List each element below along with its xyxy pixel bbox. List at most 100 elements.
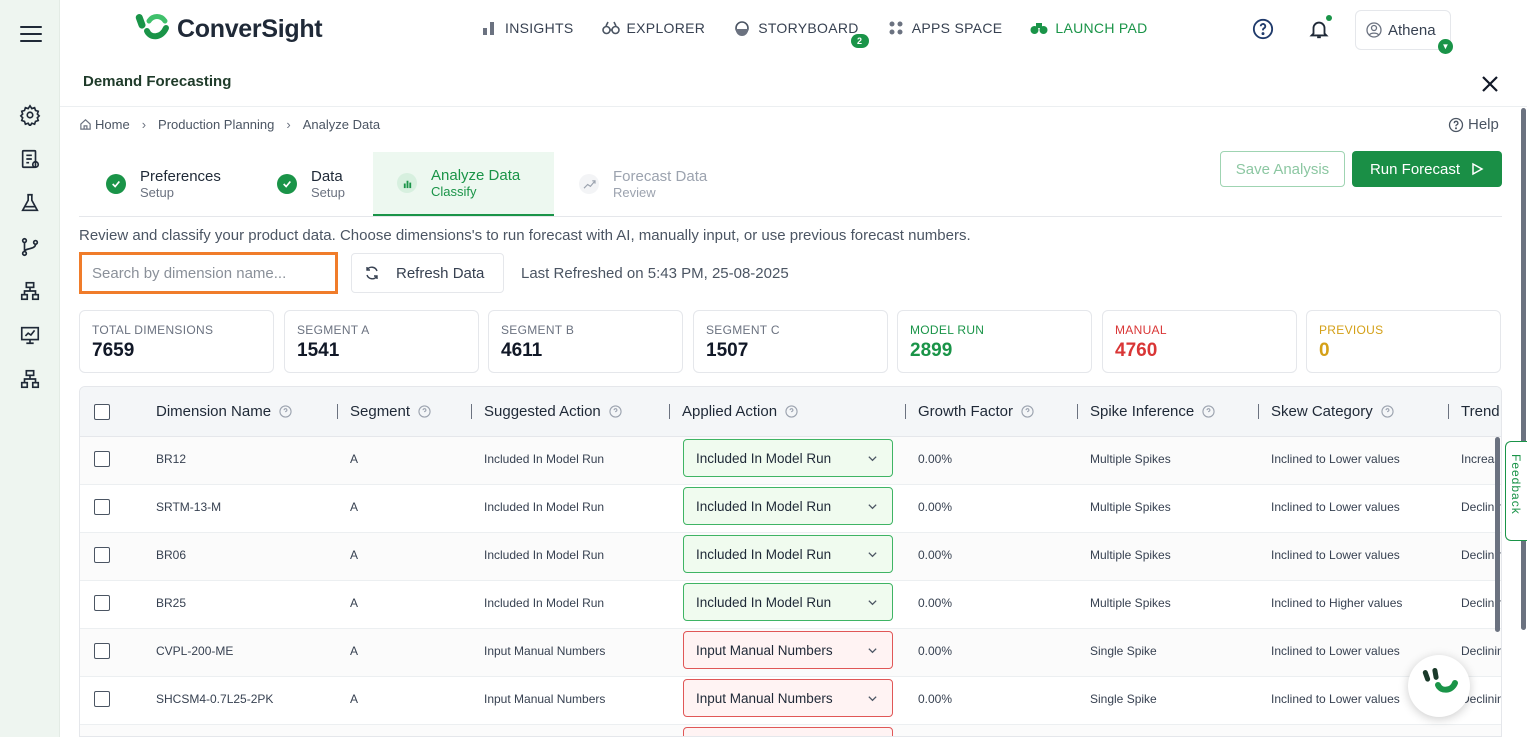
stat-segment-c: SEGMENT C 1507 (693, 310, 888, 373)
column-label: Applied Action (682, 403, 778, 420)
spike-inference-cell: Multiple Spikes (1090, 500, 1171, 514)
run-forecast-button[interactable]: Run Forecast (1352, 151, 1502, 187)
workflow-branch-icon[interactable] (19, 236, 41, 258)
stat-label: SEGMENT C (706, 323, 780, 337)
nav-insights[interactable]: INSIGHTS (480, 20, 574, 36)
table-scrollbar[interactable] (1495, 437, 1500, 632)
nav-launch-pad[interactable]: LAUNCH PAD (1030, 20, 1147, 36)
assistant-chat-button[interactable] (1408, 655, 1470, 717)
notification-bell-icon[interactable] (1308, 18, 1330, 40)
conversight-logo[interactable]: ConverSight (135, 13, 323, 45)
row-checkbox[interactable] (94, 691, 110, 707)
spike-inference-cell: Single Spike (1090, 692, 1157, 706)
step-subtitle: Setup (311, 185, 345, 200)
search-input[interactable] (82, 255, 335, 291)
presentation-chart-icon[interactable] (19, 324, 41, 346)
user-dropdown-caret-icon[interactable]: ▼ (1438, 39, 1453, 54)
col-growth-factor[interactable]: Growth Factor (918, 403, 1034, 420)
applied-action-select[interactable] (683, 727, 893, 736)
applied-action-value: Included In Model Run (696, 450, 832, 466)
column-label: Dimension Name (156, 403, 272, 420)
step-preferences[interactable]: Preferences Setup (106, 152, 286, 216)
growth-factor-cell: 0.00% (918, 644, 953, 658)
breadcrumb-analyze-data: Analyze Data (302, 117, 381, 132)
stat-label: SEGMENT A (297, 323, 370, 337)
report-list-icon[interactable] (19, 148, 41, 170)
row-checkbox[interactable] (94, 547, 110, 563)
applied-action-select[interactable]: Input Manual Numbers (683, 679, 893, 717)
user-menu-button[interactable]: Athena (1355, 10, 1451, 50)
table-row[interactable]: BR06 A Included In Model Run 0.00% Multiple … (80, 533, 1501, 581)
settings-gear-icon[interactable] (19, 104, 41, 128)
select-all-checkbox[interactable] (94, 404, 110, 420)
row-checkbox[interactable] (94, 643, 110, 659)
info-question-icon (1202, 405, 1215, 418)
stat-model-run: MODEL RUN 2899 (897, 310, 1092, 373)
row-checkbox[interactable] (94, 451, 110, 467)
nav-storyboard[interactable]: STORYBOARD 2 (733, 20, 869, 48)
panel-title: Demand Forecasting (83, 73, 232, 90)
row-checkbox[interactable] (94, 595, 110, 611)
dimension-name-cell: BR25 (156, 596, 187, 610)
growth-factor-cell: 0.00% (918, 548, 953, 562)
table-row[interactable]: BR25 A Included In Model Run 0.00% Multiple … (80, 581, 1501, 629)
page-scrollbar[interactable] (1521, 108, 1526, 630)
breadcrumb-production-planning[interactable]: Production Planning (158, 117, 274, 132)
step-title: Preferences (140, 168, 221, 185)
step-analyze-data[interactable]: Analyze Data Classify (373, 152, 554, 216)
col-trend[interactable]: Trend (1461, 403, 1500, 420)
col-segment[interactable]: Segment (350, 403, 431, 420)
table-row[interactable]: SHCSM4-0.7L25-2PK A Input Manual Numbers 0.… (80, 677, 1501, 725)
info-question-icon (279, 405, 292, 418)
feedback-tab[interactable]: Feedback (1505, 441, 1527, 541)
step-subtitle: Review (613, 185, 656, 200)
row-checkbox[interactable] (94, 499, 110, 515)
table-row[interactable] (80, 725, 1501, 736)
top-bar: ConverSight INSIGHTS EXPLORER STORYBOARD… (60, 0, 1527, 62)
header-divider (60, 106, 1527, 107)
help-link[interactable]: Help (1448, 116, 1499, 133)
hamburger-menu-icon[interactable] (20, 26, 42, 44)
segment-cell: A (350, 452, 359, 466)
table-row[interactable]: SRTM-13-M A Included In Model Run 0.00% Mult… (80, 485, 1501, 533)
assistant-logo-icon (1422, 667, 1458, 693)
suggested-action-cell: Included In Model Run (484, 596, 605, 610)
storyboard-count-badge: 2 (850, 34, 869, 48)
col-applied-action[interactable]: Applied Action (682, 403, 798, 420)
table-row[interactable]: BR12 A Included In Model Run 0.00% Multiple … (80, 437, 1501, 485)
column-label: Suggested Action (484, 403, 601, 420)
nav-explorer[interactable]: EXPLORER (601, 20, 706, 36)
applied-action-select[interactable]: Included In Model Run (683, 583, 893, 621)
applied-action-select[interactable]: Input Manual Numbers (683, 631, 893, 669)
close-icon[interactable] (1480, 74, 1500, 94)
applied-action-select[interactable]: Included In Model Run (683, 535, 893, 573)
dimension-name-cell: SRTM-13-M (156, 500, 222, 514)
user-avatar-icon (1366, 22, 1382, 38)
column-divider (1077, 404, 1078, 419)
table-row[interactable]: CVPL-200-ME A Input Manual Numbers 0.00% Sin… (80, 629, 1501, 677)
help-question-icon[interactable] (1252, 18, 1274, 40)
search-input-wrapper (79, 252, 338, 294)
applied-action-select[interactable]: Included In Model Run (683, 487, 893, 525)
col-suggested-action[interactable]: Suggested Action (484, 403, 622, 420)
hierarchy-icon[interactable] (19, 280, 41, 302)
org-chart-icon[interactable] (19, 368, 41, 390)
spike-inference-cell: Single Spike (1090, 644, 1157, 658)
col-spike-inference[interactable]: Spike Inference (1090, 403, 1215, 420)
refresh-data-button[interactable]: Refresh Data (351, 253, 504, 293)
lab-flask-icon[interactable] (19, 192, 41, 214)
info-question-icon (1021, 405, 1034, 418)
step-forecast-data[interactable]: Forecast Data Review (579, 152, 759, 216)
column-divider (337, 404, 338, 419)
stat-label: TOTAL DIMENSIONS (92, 323, 214, 337)
applied-action-select[interactable]: Included In Model Run (683, 439, 893, 477)
column-divider (1448, 404, 1449, 419)
bar-chart-icon (397, 173, 417, 193)
save-analysis-button[interactable]: Save Analysis (1220, 151, 1345, 187)
stat-label: SEGMENT B (501, 323, 575, 337)
suggested-action-cell: Included In Model Run (484, 500, 605, 514)
nav-apps-space[interactable]: APPS SPACE (887, 20, 1003, 36)
breadcrumb-home[interactable]: Home (95, 117, 130, 132)
col-skew-category[interactable]: Skew Category (1271, 403, 1394, 420)
col-dimension-name[interactable]: Dimension Name (156, 403, 292, 420)
